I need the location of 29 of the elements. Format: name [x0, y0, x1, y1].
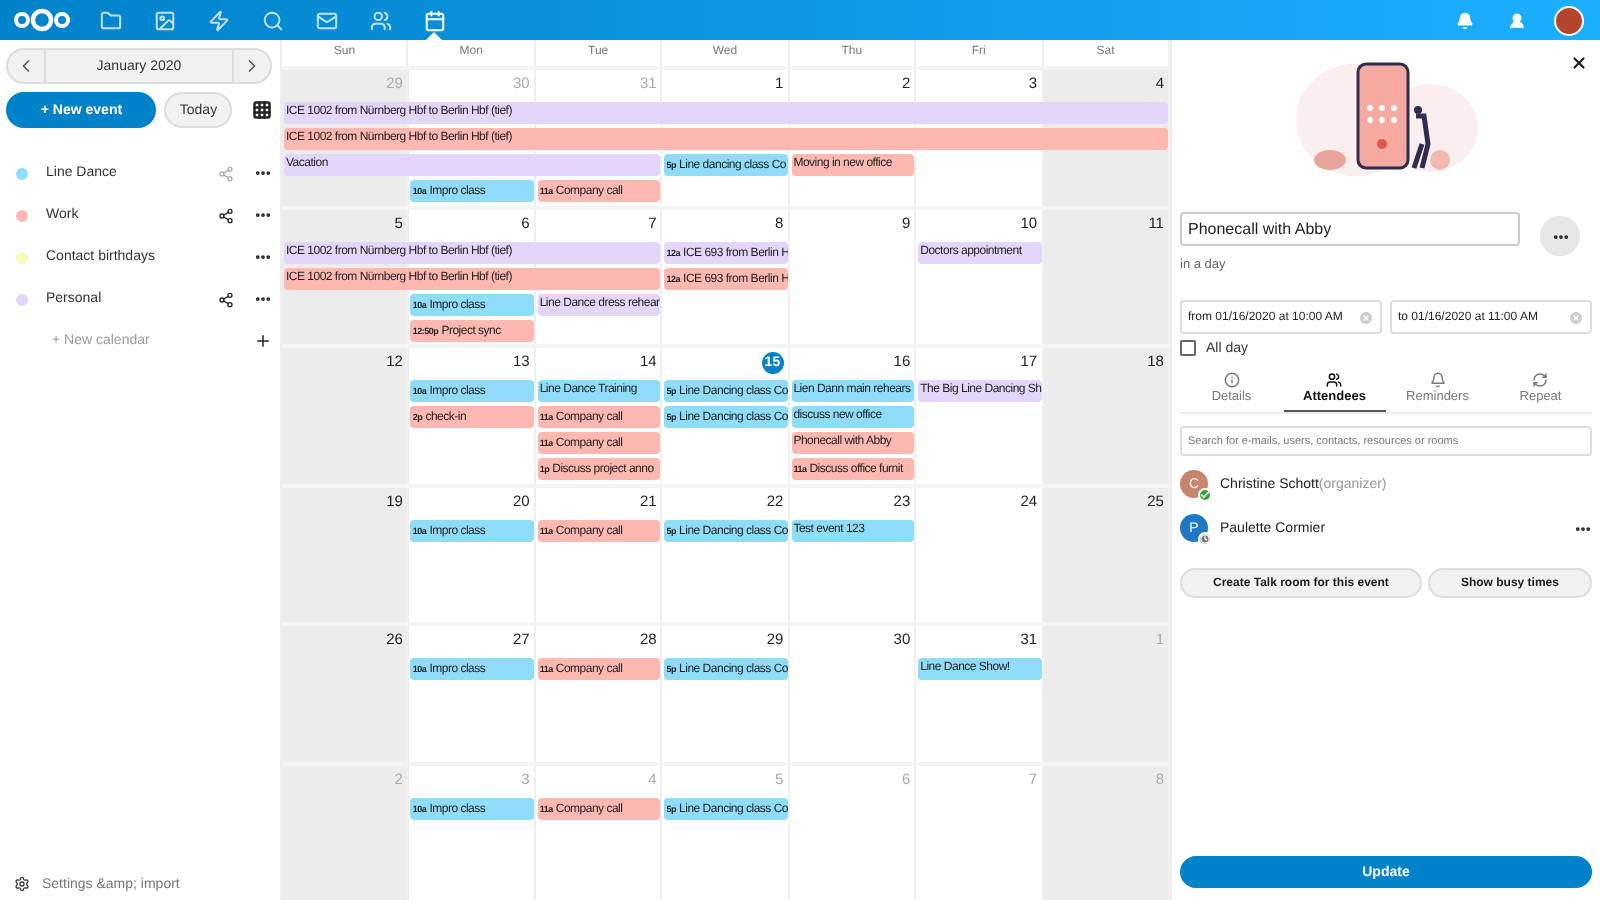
bell-icon — [1429, 372, 1446, 388]
people-icon — [370, 9, 392, 31]
search-icon — [262, 9, 284, 31]
calendar-icon — [424, 9, 446, 31]
checkbox[interactable] — [1180, 340, 1196, 356]
folder-icon — [100, 9, 122, 31]
info-icon — [1223, 372, 1240, 388]
share-icon — [218, 207, 234, 223]
plus-icon — [254, 332, 272, 350]
close-icon — [1570, 54, 1588, 72]
mail-icon — [316, 9, 338, 31]
bell-icon — [1455, 11, 1473, 29]
share-button[interactable] — [218, 291, 234, 307]
person-icon — [1507, 11, 1525, 29]
share-icon — [218, 291, 234, 307]
share-icon — [218, 165, 234, 181]
share-button[interactable] — [218, 207, 234, 223]
repeat-icon — [1532, 372, 1549, 388]
close-button[interactable] — [1570, 54, 1588, 72]
user-avatar[interactable] — [1554, 5, 1584, 35]
lightning-icon — [208, 9, 230, 31]
add-button[interactable] — [254, 332, 272, 350]
people-icon — [1326, 372, 1343, 388]
event-title-field[interactable]: Phonecall with Abby — [1180, 211, 1520, 245]
image-icon — [154, 9, 176, 31]
settings-icon — [14, 876, 30, 892]
grid-icon — [252, 100, 272, 120]
view-grid-button[interactable] — [252, 100, 272, 120]
logo-icon — [12, 8, 72, 32]
